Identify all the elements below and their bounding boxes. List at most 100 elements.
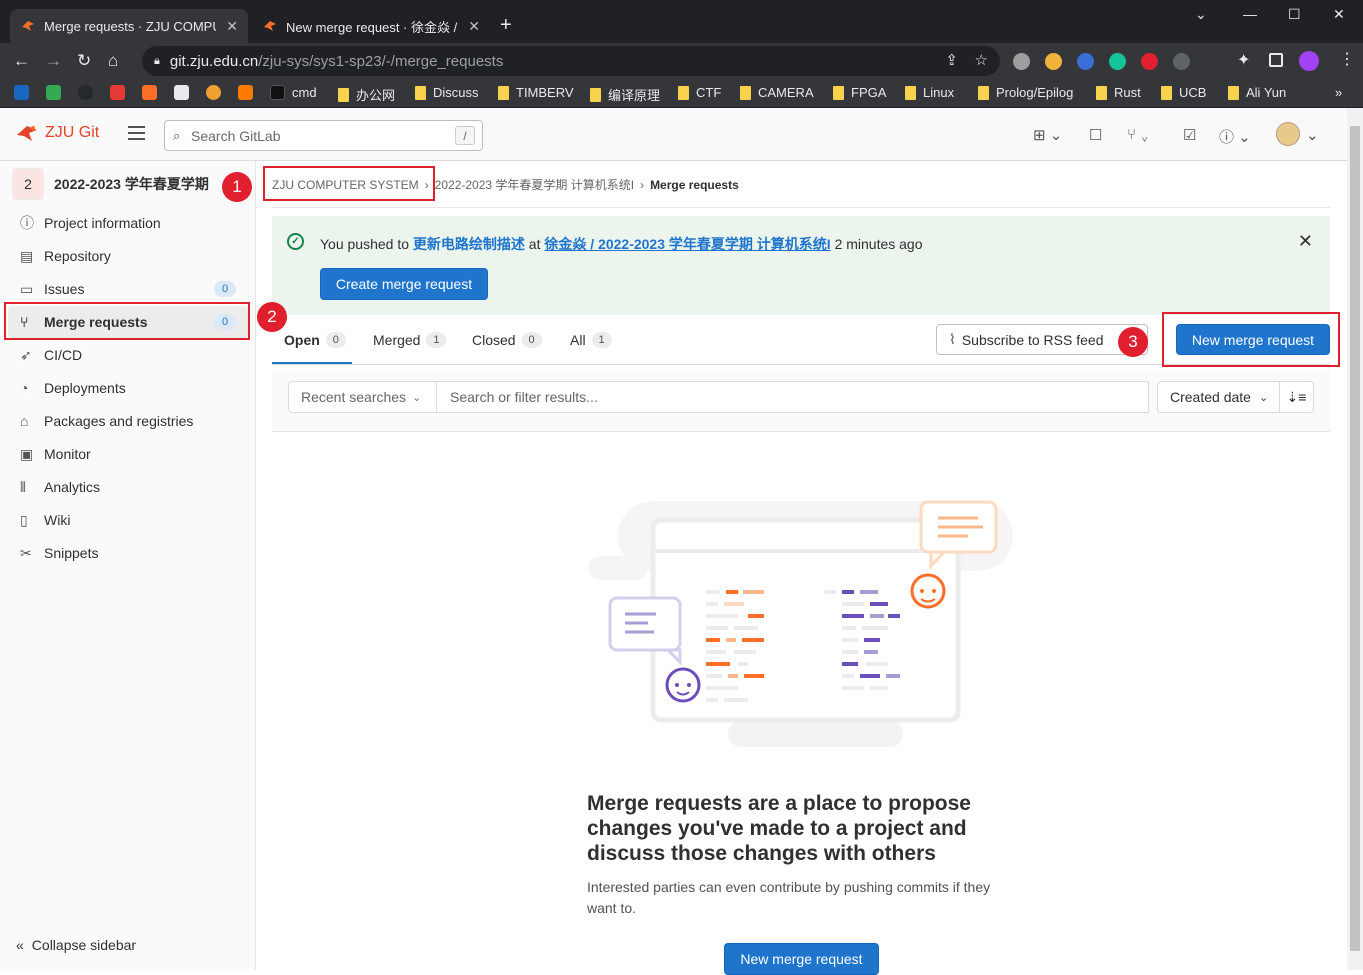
bookmark-circle-icon[interactable] — [206, 85, 221, 100]
menu-kebab-icon[interactable]: ⋮ — [1339, 49, 1356, 68]
grammarly-icon[interactable] — [1109, 53, 1126, 70]
gitlab-favicon-icon — [20, 18, 36, 34]
folder-icon — [1228, 85, 1239, 100]
extension-icon[interactable] — [1173, 53, 1190, 70]
bookmark-folder[interactable]: 编译原理 — [590, 85, 660, 104]
back-icon[interactable]: ← — [13, 51, 30, 71]
bookmark-g-icon[interactable] — [110, 85, 125, 100]
breadcrumb-project-link[interactable]: 2022-2023 学年春夏学期 计算机系统I — [435, 176, 634, 193]
profile-avatar-icon[interactable] — [1299, 51, 1319, 71]
bookmark-folder[interactable]: Prolog/Epilog — [978, 85, 1073, 100]
close-tab-icon[interactable]: ✕ — [226, 18, 238, 35]
branch-link[interactable]: 更新电路绘制描述 — [413, 236, 525, 252]
empty-state-new-merge-request-button[interactable]: New merge request — [724, 943, 879, 975]
extension-icon[interactable] — [1077, 53, 1094, 70]
bookmark-folder[interactable]: FPGA — [833, 85, 886, 100]
bookmark-github-icon[interactable] — [78, 85, 93, 100]
push-alert-message: You pushed to 更新电路绘制描述 at 徐金焱 / 2022-202… — [320, 236, 923, 252]
search-input[interactable]: ⌕ Search GitLab / — [164, 120, 483, 151]
bookmark-folder[interactable]: Ali Yun — [1228, 85, 1286, 100]
adblock-icon[interactable] — [1141, 53, 1158, 70]
bookmark-terminal-icon[interactable] — [174, 85, 189, 100]
extension-icon[interactable] — [1013, 53, 1030, 70]
tab-open[interactable]: Open 0 — [284, 332, 346, 348]
home-icon[interactable]: ⌂ — [108, 51, 118, 71]
gitlab-logo[interactable]: ZJU Git — [16, 123, 99, 143]
reload-icon[interactable]: ↻ — [77, 51, 91, 71]
minimize-icon[interactable]: — — [1243, 6, 1257, 22]
browser-tab-new-merge-request[interactable]: New merge request · 徐金焱 / ... ✕ — [252, 9, 490, 43]
divider — [272, 207, 1330, 208]
recent-searches-dropdown[interactable]: Recent searches ⌄ — [288, 381, 437, 413]
maximize-icon[interactable]: ☐ — [1288, 6, 1301, 23]
sidebar-item-project-information[interactable]: ⓘ Project information — [8, 207, 248, 239]
bookmark-folder[interactable]: 办公网 — [338, 85, 395, 104]
sidebar-item-packages[interactable]: ⌂ Packages and registries — [8, 405, 248, 437]
project-title[interactable]: 2 2022-2023 学年春夏学期 — [12, 168, 209, 200]
scrollbar-thumb[interactable] — [1350, 126, 1360, 951]
sort-direction-icon[interactable]: ⇣≡ — [1279, 381, 1314, 413]
merge-requests-icon[interactable]: ⑂ ⌄ — [1127, 126, 1149, 143]
close-tab-icon[interactable]: ✕ — [468, 18, 480, 35]
issues-icon[interactable]: ☐ — [1089, 126, 1102, 144]
sidebar-item-snippets[interactable]: ✂ Snippets — [8, 537, 248, 569]
project-link[interactable]: 徐金焱 / 2022-2023 学年春夏学期 计算机系统I — [544, 236, 830, 252]
sidebar-item-issues[interactable]: ▭ Issues 0 — [8, 273, 248, 305]
bookmark-cmd[interactable]: cmd — [270, 85, 317, 100]
puzzle-icon[interactable]: ✦ — [1237, 50, 1254, 69]
bookmark-folder[interactable]: Rust — [1096, 85, 1141, 100]
monitor-icon: ▣ — [20, 445, 34, 462]
tab-search-icon[interactable]: ⌄ — [1195, 6, 1207, 23]
filter-bar: Recent searches ⌄ Search or filter result… — [272, 371, 1330, 432]
collapse-sidebar-button[interactable]: «Collapse sidebar — [16, 937, 136, 953]
breadcrumb-current: Merge requests — [650, 177, 739, 192]
project-avatar: 2 — [12, 168, 44, 200]
tab-closed[interactable]: Closed 0 — [472, 332, 542, 348]
window-close-icon[interactable]: ✕ — [1333, 6, 1345, 23]
issues-icon: ▭ — [20, 280, 34, 297]
info-icon: ⓘ — [20, 215, 34, 231]
bookmark-folder[interactable]: TIMBERV — [498, 85, 574, 100]
share-icon[interactable]: ⇪ — [945, 51, 958, 69]
sidebar-item-cicd[interactable]: ➶ CI/CD — [8, 339, 248, 371]
bookmark-star-icon[interactable]: ☆ — [975, 51, 988, 69]
side-panel-icon[interactable] — [1269, 53, 1283, 67]
sidebar-item-wiki[interactable]: ▯ Wiki — [8, 504, 248, 536]
empty-state-title: Merge requests are a place to propose ch… — [587, 792, 971, 865]
help-icon[interactable]: ⓘ ⌄ — [1219, 126, 1251, 147]
rocket-icon: ➶ — [20, 346, 32, 363]
sidebar-item-analytics[interactable]: ⫴ Analytics — [8, 471, 248, 503]
dismiss-alert-icon[interactable]: ✕ — [1298, 231, 1313, 252]
bookmark-gitlab-icon[interactable] — [142, 85, 157, 100]
address-bar[interactable]: 🔒︎ git.zju.edu.cn/zju-sys/sys1-sp23/-/me… — [142, 46, 1000, 76]
hamburger-menu-icon[interactable] — [128, 126, 145, 140]
extension-icon[interactable] — [1045, 53, 1062, 70]
bookmark-folder[interactable]: CAMERA — [740, 85, 814, 100]
bookmark-drive-icon[interactable] — [46, 85, 61, 100]
tab-all[interactable]: All 1 — [570, 332, 612, 348]
bookmark-folder[interactable]: Discuss — [415, 85, 479, 100]
sidebar-item-monitor[interactable]: ▣ Monitor — [8, 438, 248, 470]
create-merge-request-button[interactable]: Create merge request — [320, 268, 488, 300]
bookmark-orange-icon[interactable] — [238, 85, 253, 100]
annotation-box-new-merge-request — [1162, 312, 1340, 367]
chevron-down-icon[interactable]: ⌄ — [1306, 126, 1319, 144]
rss-feed-button[interactable]: ⌇ Subscribe to RSS feed ⇧ — [936, 324, 1148, 355]
browser-tab-merge-requests[interactable]: Merge requests · ZJU COMPUT ✕ — [10, 9, 248, 43]
page-scrollbar[interactable] — [1347, 108, 1363, 970]
sort-dropdown[interactable]: Created date ⌄ — [1157, 381, 1280, 413]
forward-icon[interactable]: → — [45, 51, 62, 71]
todo-icon[interactable]: ☑ — [1183, 126, 1196, 144]
bookmark-vuetify-icon[interactable] — [14, 85, 29, 100]
tab-merged[interactable]: Merged 1 — [373, 332, 447, 348]
bookmark-folder[interactable]: UCB — [1161, 85, 1206, 100]
more-bookmarks-icon[interactable]: » — [1335, 85, 1342, 100]
filter-search-input[interactable]: Search or filter results... — [436, 381, 1149, 413]
new-dropdown-icon[interactable]: ⊞ ⌄ — [1033, 126, 1062, 144]
user-avatar[interactable] — [1276, 122, 1300, 146]
sidebar-item-repository[interactable]: ▤ Repository — [8, 240, 248, 272]
new-tab-icon[interactable]: + — [500, 14, 512, 37]
sidebar-item-deployments[interactable]: ◔ Deployments — [8, 372, 248, 404]
bookmark-folder[interactable]: CTF — [678, 85, 721, 100]
bookmark-folder[interactable]: Linux — [905, 85, 954, 100]
